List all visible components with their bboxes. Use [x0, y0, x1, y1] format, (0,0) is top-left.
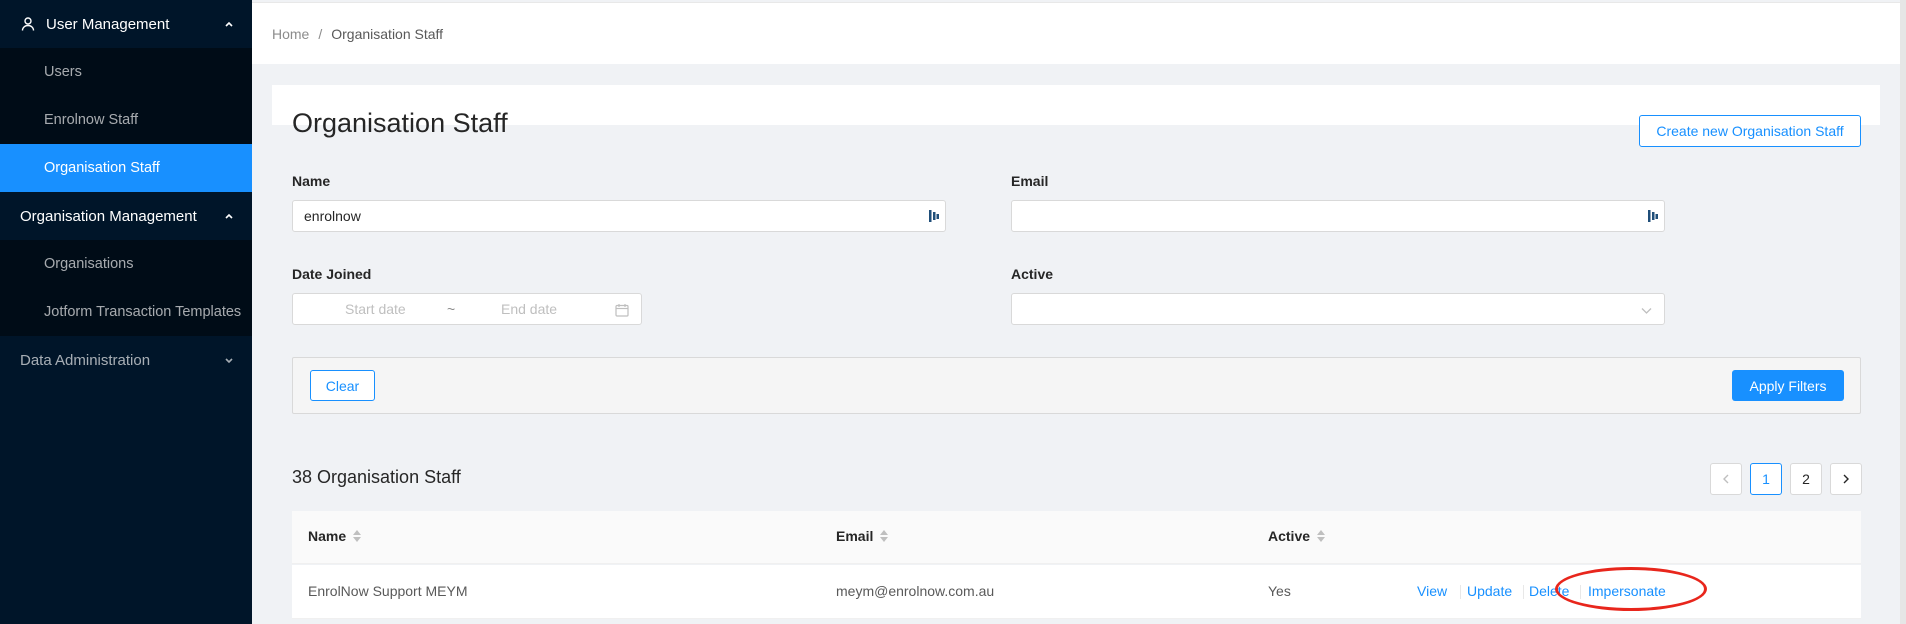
chevron-down-icon: [1641, 308, 1652, 314]
range-separator: ~: [447, 301, 456, 317]
sidebar-item-users[interactable]: Users: [0, 48, 252, 96]
cell-name: EnrolNow Support MEYM: [308, 583, 468, 599]
menu-group-label: Data Administration: [20, 351, 151, 369]
pagination-next-button[interactable]: [1830, 463, 1862, 495]
impersonate-link[interactable]: Impersonate: [1588, 583, 1666, 599]
sidebar-item-label: Users: [44, 64, 82, 80]
pagination-page-1[interactable]: 1: [1750, 463, 1782, 495]
sidebar-item-organisation-staff[interactable]: Organisation Staff: [0, 144, 252, 192]
menu-group-label: User Management: [46, 15, 170, 33]
menu-group-data-administration[interactable]: Data Administration: [0, 336, 252, 384]
scrollbar[interactable]: [1900, 0, 1906, 624]
clear-filters-button[interactable]: Clear: [310, 370, 375, 401]
sort-icon: [353, 529, 362, 543]
password-manager-icon[interactable]: [927, 208, 941, 224]
sidebar-item-label: Enrolnow Staff: [44, 112, 139, 128]
sort-icon: [880, 529, 889, 543]
menu-group-organisation-management[interactable]: Organisation Management: [0, 192, 252, 240]
sidebar-item-organisations[interactable]: Organisations: [0, 240, 252, 288]
sidebar-item-label: Jotform Transaction Templates: [44, 304, 242, 320]
password-manager-icon[interactable]: [1646, 208, 1660, 224]
sidebar-item-label: Organisations: [44, 256, 134, 272]
sidebar-item-enrolnow-staff[interactable]: Enrolnow Staff: [0, 96, 252, 144]
action-divider: [1523, 585, 1524, 599]
sidebar-item-jotform-transaction-templates[interactable]: Jotform Transaction Templates: [0, 288, 252, 336]
email-filter-label: Email: [1011, 173, 1049, 189]
breadcrumb-current: Organisation Staff: [331, 25, 444, 42]
breadcrumb-home[interactable]: Home: [272, 26, 309, 42]
column-header-active[interactable]: Active: [1268, 528, 1326, 544]
view-link[interactable]: View: [1417, 583, 1447, 599]
date-joined-range-picker[interactable]: Start date ~ End date: [292, 293, 642, 325]
cell-email: meym@enrolnow.com.au: [836, 583, 995, 599]
apply-filters-button[interactable]: Apply Filters: [1732, 370, 1844, 401]
filter-actions-bar: Clear Apply Filters: [292, 357, 1861, 414]
page-title: Organisation Staff: [292, 108, 508, 138]
cell-active: Yes: [1268, 583, 1291, 599]
email-filter-input[interactable]: [1011, 200, 1665, 232]
action-divider: [1580, 585, 1581, 599]
column-header-name[interactable]: Name: [308, 528, 362, 544]
table-row: EnrolNow Support MEYM meym@enrolnow.com.…: [292, 565, 1861, 619]
calendar-icon: [615, 304, 629, 317]
breadcrumb-separator: /: [318, 25, 323, 42]
delete-link[interactable]: Delete: [1529, 583, 1569, 599]
start-date-input[interactable]: Start date: [345, 301, 406, 317]
column-header-label: Active: [1268, 528, 1311, 544]
create-organisation-staff-button[interactable]: Create new Organisation Staff: [1639, 115, 1861, 147]
user-icon: [21, 17, 35, 31]
name-filter-value: enrolnow: [304, 208, 361, 224]
active-filter-select[interactable]: [1011, 293, 1665, 325]
column-header-email[interactable]: Email: [836, 528, 889, 544]
chevron-down-icon: [225, 358, 233, 364]
chevron-right-icon: [1843, 474, 1849, 484]
chevron-left-icon: [1723, 474, 1729, 484]
table-header: Name Email Active: [292, 511, 1861, 564]
results-count-title: 38 Organisation Staff: [292, 467, 461, 487]
end-date-input[interactable]: End date: [501, 301, 557, 317]
menu-group-label: Organisation Management: [20, 207, 197, 225]
submenu-user-management: Users Enrolnow Staff Organisation Staff: [0, 48, 252, 192]
chevron-up-icon: [225, 213, 233, 219]
menu-group-user-management[interactable]: User Management: [0, 0, 252, 48]
name-filter-label: Name: [292, 173, 331, 189]
name-filter-input[interactable]: enrolnow: [292, 200, 946, 232]
submenu-organisation-management: Organisations Jotform Transaction Templa…: [0, 240, 252, 336]
sidebar: User Management Users Enrolnow Staff Org…: [0, 0, 252, 624]
pagination-prev-button[interactable]: [1710, 463, 1742, 495]
action-divider: [1460, 585, 1461, 599]
column-header-label: Name: [308, 528, 347, 544]
sort-icon: [1317, 529, 1326, 543]
column-header-label: Email: [836, 528, 874, 544]
update-link[interactable]: Update: [1467, 583, 1512, 599]
chevron-up-icon: [225, 21, 233, 27]
breadcrumb: Home / Organisation Staff: [252, 2, 1906, 64]
pagination-page-2[interactable]: 2: [1790, 463, 1822, 495]
date-joined-label: Date Joined: [292, 266, 372, 282]
sidebar-item-label: Organisation Staff: [44, 160, 160, 176]
active-filter-label: Active: [1011, 266, 1054, 282]
